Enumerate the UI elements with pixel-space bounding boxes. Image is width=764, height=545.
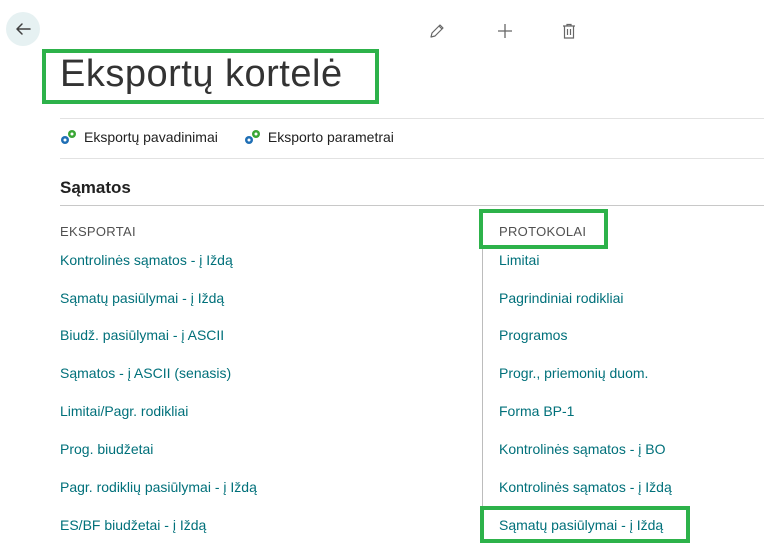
protocol-link[interactable]: Pagrindiniai rodikliai	[499, 290, 624, 306]
column-divider	[482, 218, 483, 528]
action-label: Eksportų pavadinimai	[84, 129, 218, 145]
edit-pencil-icon[interactable]	[428, 22, 446, 40]
export-link[interactable]: Sąmatų pasiūlymai - į Iždą	[60, 290, 224, 306]
delete-trash-icon[interactable]	[560, 22, 578, 40]
gears-icon	[61, 130, 76, 144]
export-link[interactable]: Prog. biudžetai	[60, 441, 153, 457]
protocols-header: PROTOKOLAI	[499, 224, 587, 239]
export-link[interactable]: Pagr. rodiklių pasiūlymai - į Iždą	[60, 479, 257, 495]
back-button[interactable]	[6, 12, 40, 46]
protocol-link[interactable]: Kontrolinės sąmatos - į Iždą	[499, 479, 672, 495]
divider	[60, 118, 764, 119]
action-export-parameters[interactable]: Eksporto parametrai	[244, 129, 394, 145]
export-link[interactable]: Biudž. pasiūlymai - į ASCII	[60, 327, 224, 343]
export-link[interactable]: ES/BF biudžetai - į Iždą	[60, 517, 206, 533]
protocol-link[interactable]: Kontrolinės sąmatos - į BO	[499, 441, 666, 457]
action-label: Eksporto parametrai	[267, 129, 394, 145]
page-title: Eksportų kortelė	[60, 53, 343, 95]
protocol-link[interactable]: Sąmatų pasiūlymai - į Iždą	[499, 517, 663, 533]
protocol-link[interactable]: Progr., priemonių duom.	[499, 365, 648, 381]
divider	[60, 158, 764, 159]
gears-icon	[244, 130, 260, 144]
add-plus-icon[interactable]	[496, 22, 514, 40]
export-link[interactable]: Limitai/Pagr. rodikliai	[60, 403, 188, 419]
protocol-link[interactable]: Forma BP-1	[499, 403, 574, 419]
exports-header: EKSPORTAI	[60, 224, 136, 239]
arrow-left-icon	[16, 23, 31, 35]
action-bar: Eksportų pavadinimai Eksporto parametrai	[60, 129, 420, 145]
export-link[interactable]: Sąmatos - į ASCII (senasis)	[60, 365, 231, 381]
protocol-link[interactable]: Limitai	[499, 252, 539, 268]
section-title[interactable]: Sąmatos	[60, 178, 131, 198]
protocol-link[interactable]: Programos	[499, 327, 567, 343]
export-link[interactable]: Kontrolinės sąmatos - į Iždą	[60, 252, 233, 268]
section-divider	[60, 205, 764, 206]
action-export-names[interactable]: Eksportų pavadinimai	[60, 129, 218, 145]
